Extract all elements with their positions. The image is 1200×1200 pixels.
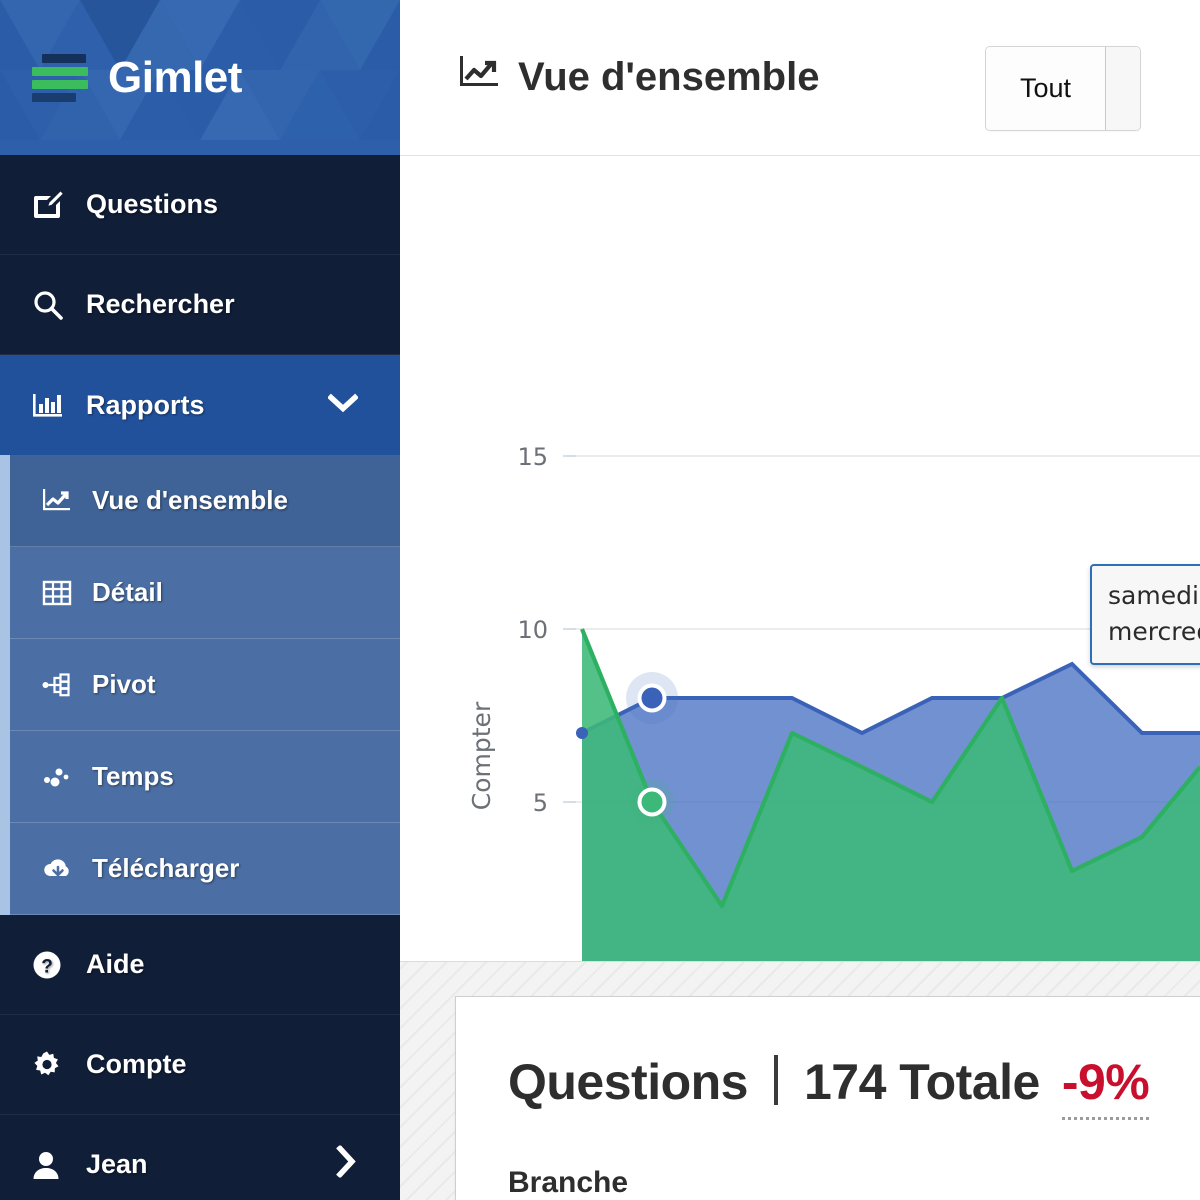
- sidebar-item-label: Détail: [92, 577, 163, 607]
- card-header: Questions 174 Totale -9%: [456, 997, 1200, 1120]
- card-delta: -9%: [1061, 1053, 1150, 1120]
- cloud-download-icon: [42, 856, 74, 882]
- svg-text:5: 5: [533, 789, 548, 817]
- chart-y-ticks: 15 10 5 0 Compter: [467, 443, 576, 817]
- chevron-right-icon[interactable]: [336, 1144, 356, 1184]
- lower-panel: Questions 174 Totale -9% Branche T: [400, 961, 1200, 1200]
- sidebar-item-label: Télécharger: [92, 853, 240, 883]
- sidebar-item-questions[interactable]: Questions: [0, 155, 400, 255]
- card-column-headers: Branche T: [456, 1120, 1200, 1200]
- tooltip-line-1: samedi, février 2 : 8: [1108, 581, 1200, 610]
- sidebar-item-label: Vue d'ensemble: [92, 485, 288, 515]
- sidebar-item-vue-densemble[interactable]: Vue d'ensemble: [10, 455, 400, 547]
- sidebar-item-label: Temps: [92, 761, 174, 791]
- pencil-square-icon: [32, 190, 66, 220]
- sidebar: Gimlet Questions Rechercher Rapports Vue…: [0, 0, 400, 1200]
- search-icon: [32, 289, 66, 321]
- overview-chart-panel: 15 10 5 0 Compter: [400, 156, 1200, 961]
- sidebar-item-label: Jean: [86, 1149, 148, 1179]
- questions-summary-card: Questions 174 Totale -9% Branche T: [455, 996, 1200, 1200]
- sidebar-item-telecharger[interactable]: Télécharger: [10, 823, 400, 915]
- segment-next[interactable]: [1105, 47, 1141, 130]
- gimlet-bars-logo: [32, 53, 90, 102]
- sidebar-item-temps[interactable]: Temps: [10, 731, 400, 823]
- top-bar: Vue d'ensemble Tout: [400, 0, 1200, 156]
- sidebar-item-aide[interactable]: ? Aide: [0, 915, 400, 1015]
- sidebar-submenu: Vue d'ensemble Détail Pivot Temps Téléch…: [0, 455, 400, 915]
- chevron-down-icon[interactable]: [327, 390, 359, 421]
- card-total: 174 Totale: [803, 1054, 1040, 1110]
- user-icon: [32, 1150, 66, 1180]
- svg-text:Compter: Compter: [467, 701, 496, 810]
- question-circle-icon: ?: [32, 950, 66, 980]
- overview-area-chart[interactable]: 15 10 5 0 Compter: [400, 156, 1200, 961]
- scope-segmented-control[interactable]: Tout: [985, 46, 1142, 131]
- main-content: Vue d'ensemble Tout 15 10 5 Compter same…: [400, 0, 1200, 1200]
- gear-icon: [32, 1050, 66, 1080]
- brand-header: Gimlet: [0, 0, 400, 155]
- sidebar-item-rechercher[interactable]: Rechercher: [0, 255, 400, 355]
- chart-tooltip: samedi, février 2 : 8 mercredi, janvier …: [1090, 564, 1200, 665]
- card-title-divider: [773, 1055, 778, 1105]
- sidebar-item-label: Compte: [86, 1049, 187, 1079]
- sidebar-item-label: Questions: [86, 189, 219, 219]
- pivot-tree-icon: [42, 671, 74, 699]
- sidebar-item-label: Aide: [86, 949, 145, 979]
- sidebar-item-detail[interactable]: Détail: [10, 547, 400, 639]
- segment-tout[interactable]: Tout: [986, 47, 1106, 130]
- page-title: Vue d'ensemble: [458, 53, 819, 103]
- line-chart-icon: [458, 53, 502, 103]
- brand-name: Gimlet: [108, 52, 242, 102]
- sidebar-item-label: Rechercher: [86, 289, 235, 319]
- svg-text:10: 10: [517, 616, 548, 644]
- sidebar-section-label: Rapports: [86, 389, 205, 420]
- page-title-text: Vue d'ensemble: [518, 55, 820, 99]
- sidebar-item-compte[interactable]: Compte: [0, 1015, 400, 1115]
- svg-text:?: ?: [41, 956, 53, 977]
- bar-chart-icon: [32, 390, 66, 420]
- card-title: Questions: [508, 1054, 748, 1110]
- sidebar-item-label: Pivot: [92, 669, 156, 699]
- column-header-branche: Branche: [508, 1166, 629, 1199]
- svg-text:15: 15: [517, 443, 548, 471]
- sidebar-section-rapports[interactable]: Rapports: [0, 355, 400, 455]
- scatter-dots-icon: [42, 763, 74, 791]
- table-grid-icon: [42, 579, 74, 607]
- line-chart-icon: [42, 487, 74, 515]
- sidebar-item-pivot[interactable]: Pivot: [10, 639, 400, 731]
- sidebar-item-jean[interactable]: Jean: [0, 1115, 400, 1200]
- tooltip-line-2: mercredi, janvier 2 : 5: [1108, 616, 1200, 646]
